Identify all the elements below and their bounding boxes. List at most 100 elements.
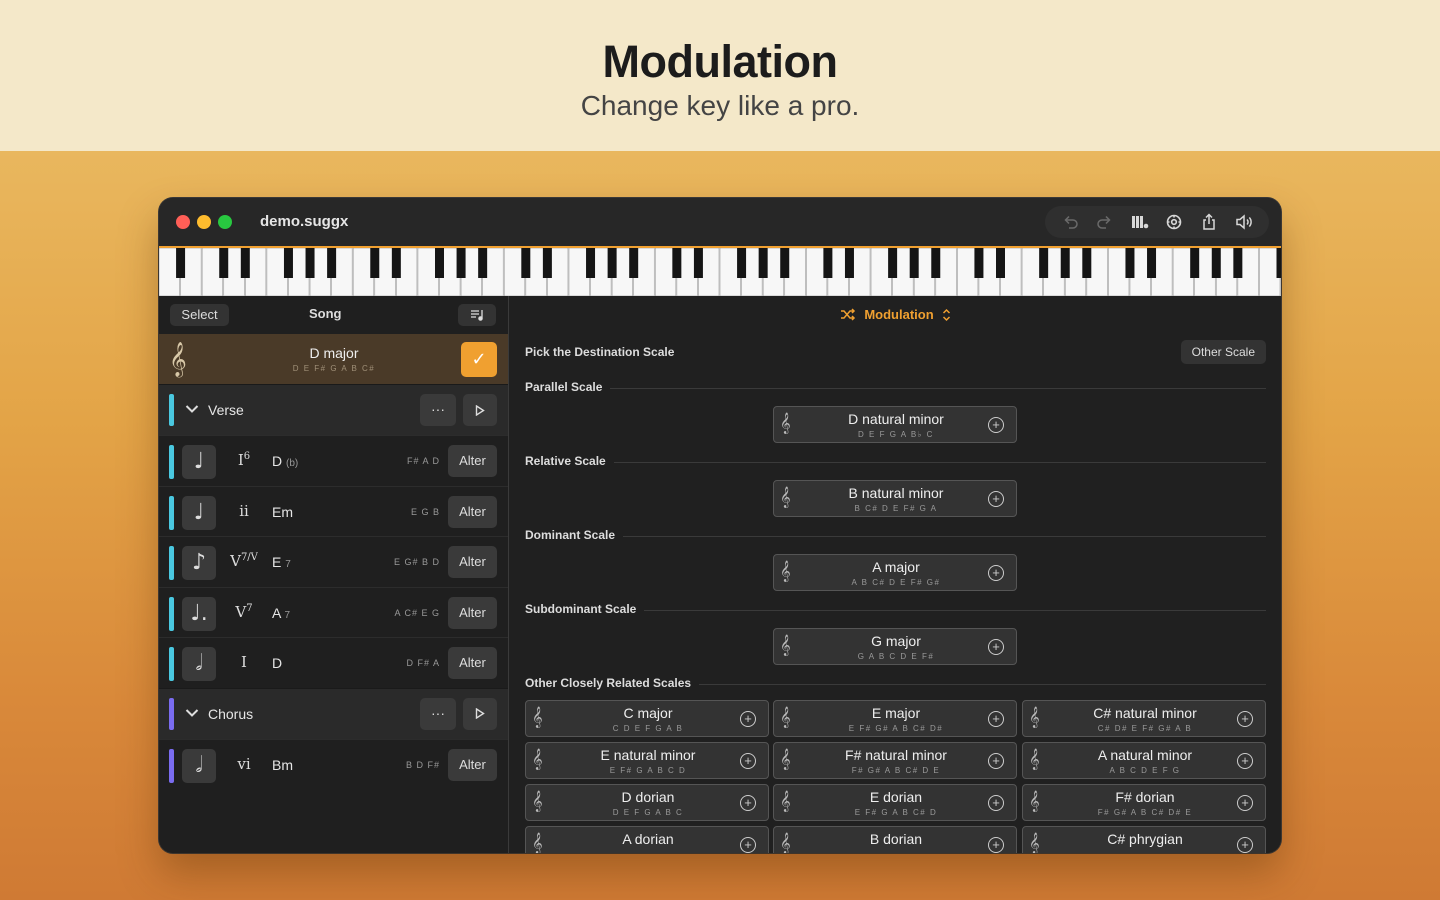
add-circle-icon[interactable]: +	[988, 837, 1004, 853]
piano-black-key[interactable]	[1039, 248, 1049, 278]
scale-option-dominant[interactable]: 𝄞 A major A B C# D E F# G# +	[773, 554, 1017, 591]
undo-icon[interactable]	[1059, 211, 1081, 233]
mode-selector[interactable]: Modulation	[510, 307, 1281, 322]
piano-black-key[interactable]	[456, 248, 466, 278]
add-circle-icon[interactable]: +	[988, 753, 1004, 769]
piano-black-key[interactable]	[1082, 248, 1092, 278]
add-circle-icon[interactable]: +	[740, 837, 756, 853]
chevron-down-icon[interactable]	[185, 401, 199, 419]
scale-option-related[interactable]: 𝄞 C# natural minor C# D# E F# G# A B +	[1022, 700, 1266, 737]
piano-black-key[interactable]	[737, 248, 747, 278]
confirm-key-button[interactable]: ✓	[461, 342, 497, 377]
piano-black-key[interactable]	[1211, 248, 1221, 278]
alter-button[interactable]: Alter	[448, 748, 497, 781]
add-circle-icon[interactable]: +	[988, 417, 1004, 433]
select-button[interactable]: Select	[170, 304, 229, 326]
alter-button[interactable]: Alter	[448, 495, 497, 528]
section-play-button[interactable]	[463, 697, 497, 730]
add-circle-icon[interactable]: +	[1237, 795, 1253, 811]
scale-option-related[interactable]: 𝄞 A dorian +	[525, 826, 769, 853]
piano-settings-icon[interactable]	[1129, 211, 1151, 233]
add-circle-icon[interactable]: +	[988, 491, 1004, 507]
piano-black-key[interactable]	[391, 248, 401, 278]
scale-option-related[interactable]: 𝄞 C major C D E F G A B +	[525, 700, 769, 737]
add-circle-icon[interactable]: +	[740, 711, 756, 727]
alter-button[interactable]: Alter	[448, 445, 497, 477]
piano-black-key[interactable]	[327, 248, 337, 278]
piano-black-key[interactable]	[542, 248, 552, 278]
note-duration-button[interactable]: ♩.	[182, 596, 216, 631]
scale-option-parallel[interactable]: 𝄞 D natural minor D E F G A B♭ C +	[773, 406, 1017, 443]
section-chorus[interactable]: Chorus ···	[159, 687, 508, 739]
section-more-button[interactable]: ···	[420, 697, 456, 730]
scale-option-related[interactable]: 𝄞 F# natural minor F# G# A B C# D E +	[773, 742, 1017, 779]
piano-black-key[interactable]	[1060, 248, 1070, 278]
scale-option-related[interactable]: 𝄞 D dorian D E F G A B C +	[525, 784, 769, 821]
scale-option-related[interactable]: 𝄞 B dorian +	[773, 826, 1017, 853]
piano-black-key[interactable]	[1190, 248, 1200, 278]
chord-row[interactable]: ♩ ii Em E G B Alter	[159, 485, 508, 537]
chord-row[interactable]: ♩. V7 A 7A C# E G Alter	[159, 586, 508, 638]
add-circle-icon[interactable]: +	[740, 753, 756, 769]
scale-option-related[interactable]: 𝄞 E dorian E F# G A B C# D +	[773, 784, 1017, 821]
alter-button[interactable]: Alter	[448, 596, 497, 629]
piano-black-key[interactable]	[521, 248, 531, 278]
piano-black-key[interactable]	[1276, 248, 1282, 278]
piano-black-key[interactable]	[931, 248, 941, 278]
piano-black-key[interactable]	[888, 248, 898, 278]
add-circle-icon[interactable]: +	[988, 639, 1004, 655]
section-play-button[interactable]	[463, 394, 497, 426]
chord-row[interactable]: ♪ V7/V E 7 E G# B D Alter	[159, 536, 508, 587]
note-duration-button[interactable]: ♩	[182, 495, 216, 530]
piano-black-key[interactable]	[974, 248, 984, 278]
piano-black-key[interactable]	[1125, 248, 1135, 278]
piano-black-key[interactable]	[1147, 248, 1157, 278]
chord-row[interactable]: 𝅗𝅥 I D D F# A Alter	[159, 637, 508, 688]
piano-black-key[interactable]	[586, 248, 596, 278]
scale-option-related[interactable]: 𝄞 C# phrygian +	[1022, 826, 1266, 853]
zoom-window-button[interactable]	[218, 215, 232, 229]
note-duration-button[interactable]: 𝅗𝅥	[182, 647, 216, 681]
chord-row[interactable]: 𝅗𝅥 vi Bm B D F# Alter	[159, 738, 508, 790]
piano-black-key[interactable]	[1233, 248, 1243, 278]
piano-black-key[interactable]	[219, 248, 229, 278]
scale-option-relative[interactable]: 𝄞 B natural minor B C# D E F# G A +	[773, 480, 1017, 517]
sidebar-menu-button[interactable]	[458, 304, 496, 326]
piano-keys[interactable]	[159, 248, 1281, 296]
piano-black-key[interactable]	[823, 248, 833, 278]
piano-black-key[interactable]	[283, 248, 293, 278]
minimize-window-button[interactable]	[197, 215, 211, 229]
piano-black-key[interactable]	[758, 248, 768, 278]
piano-black-key[interactable]	[176, 248, 186, 278]
alter-button[interactable]: Alter	[448, 647, 497, 679]
note-duration-button[interactable]: ♪	[182, 546, 216, 580]
piano-black-key[interactable]	[844, 248, 854, 278]
section-more-button[interactable]: ···	[420, 394, 456, 426]
scale-option-related[interactable]: 𝄞 E natural minor E F# G A B C D +	[525, 742, 769, 779]
scale-option-related[interactable]: 𝄞 E major E F# G# A B C# D# +	[773, 700, 1017, 737]
add-circle-icon[interactable]: +	[740, 795, 756, 811]
other-scale-button[interactable]: Other Scale	[1180, 340, 1266, 364]
add-circle-icon[interactable]: +	[1237, 753, 1253, 769]
section-verse[interactable]: Verse ···	[159, 384, 508, 435]
close-window-button[interactable]	[176, 215, 190, 229]
piano-black-key[interactable]	[370, 248, 380, 278]
add-circle-icon[interactable]: +	[1237, 837, 1253, 853]
piano-black-key[interactable]	[305, 248, 315, 278]
piano-black-key[interactable]	[909, 248, 919, 278]
scale-option-subdominant[interactable]: 𝄞 G major G A B C D E F# +	[773, 628, 1017, 665]
add-circle-icon[interactable]: +	[988, 795, 1004, 811]
current-key-row[interactable]: 𝄞 D major D E F# G A B C# ✓	[159, 334, 508, 384]
piano-black-key[interactable]	[607, 248, 617, 278]
scale-option-related[interactable]: 𝄞 F# dorian F# G# A B C# D# E +	[1022, 784, 1266, 821]
speaker-icon[interactable]	[1233, 211, 1255, 233]
piano-black-key[interactable]	[435, 248, 444, 278]
note-duration-button[interactable]: 𝅗𝅥	[182, 748, 216, 783]
piano-black-key[interactable]	[780, 248, 790, 278]
piano-black-key[interactable]	[996, 248, 1005, 278]
add-circle-icon[interactable]: +	[988, 565, 1004, 581]
add-circle-icon[interactable]: +	[1237, 711, 1253, 727]
chord-row[interactable]: ♩ I6 D (b) F# A D Alter	[159, 435, 508, 486]
piano-black-key[interactable]	[629, 248, 639, 278]
chevron-down-icon[interactable]	[185, 705, 199, 723]
